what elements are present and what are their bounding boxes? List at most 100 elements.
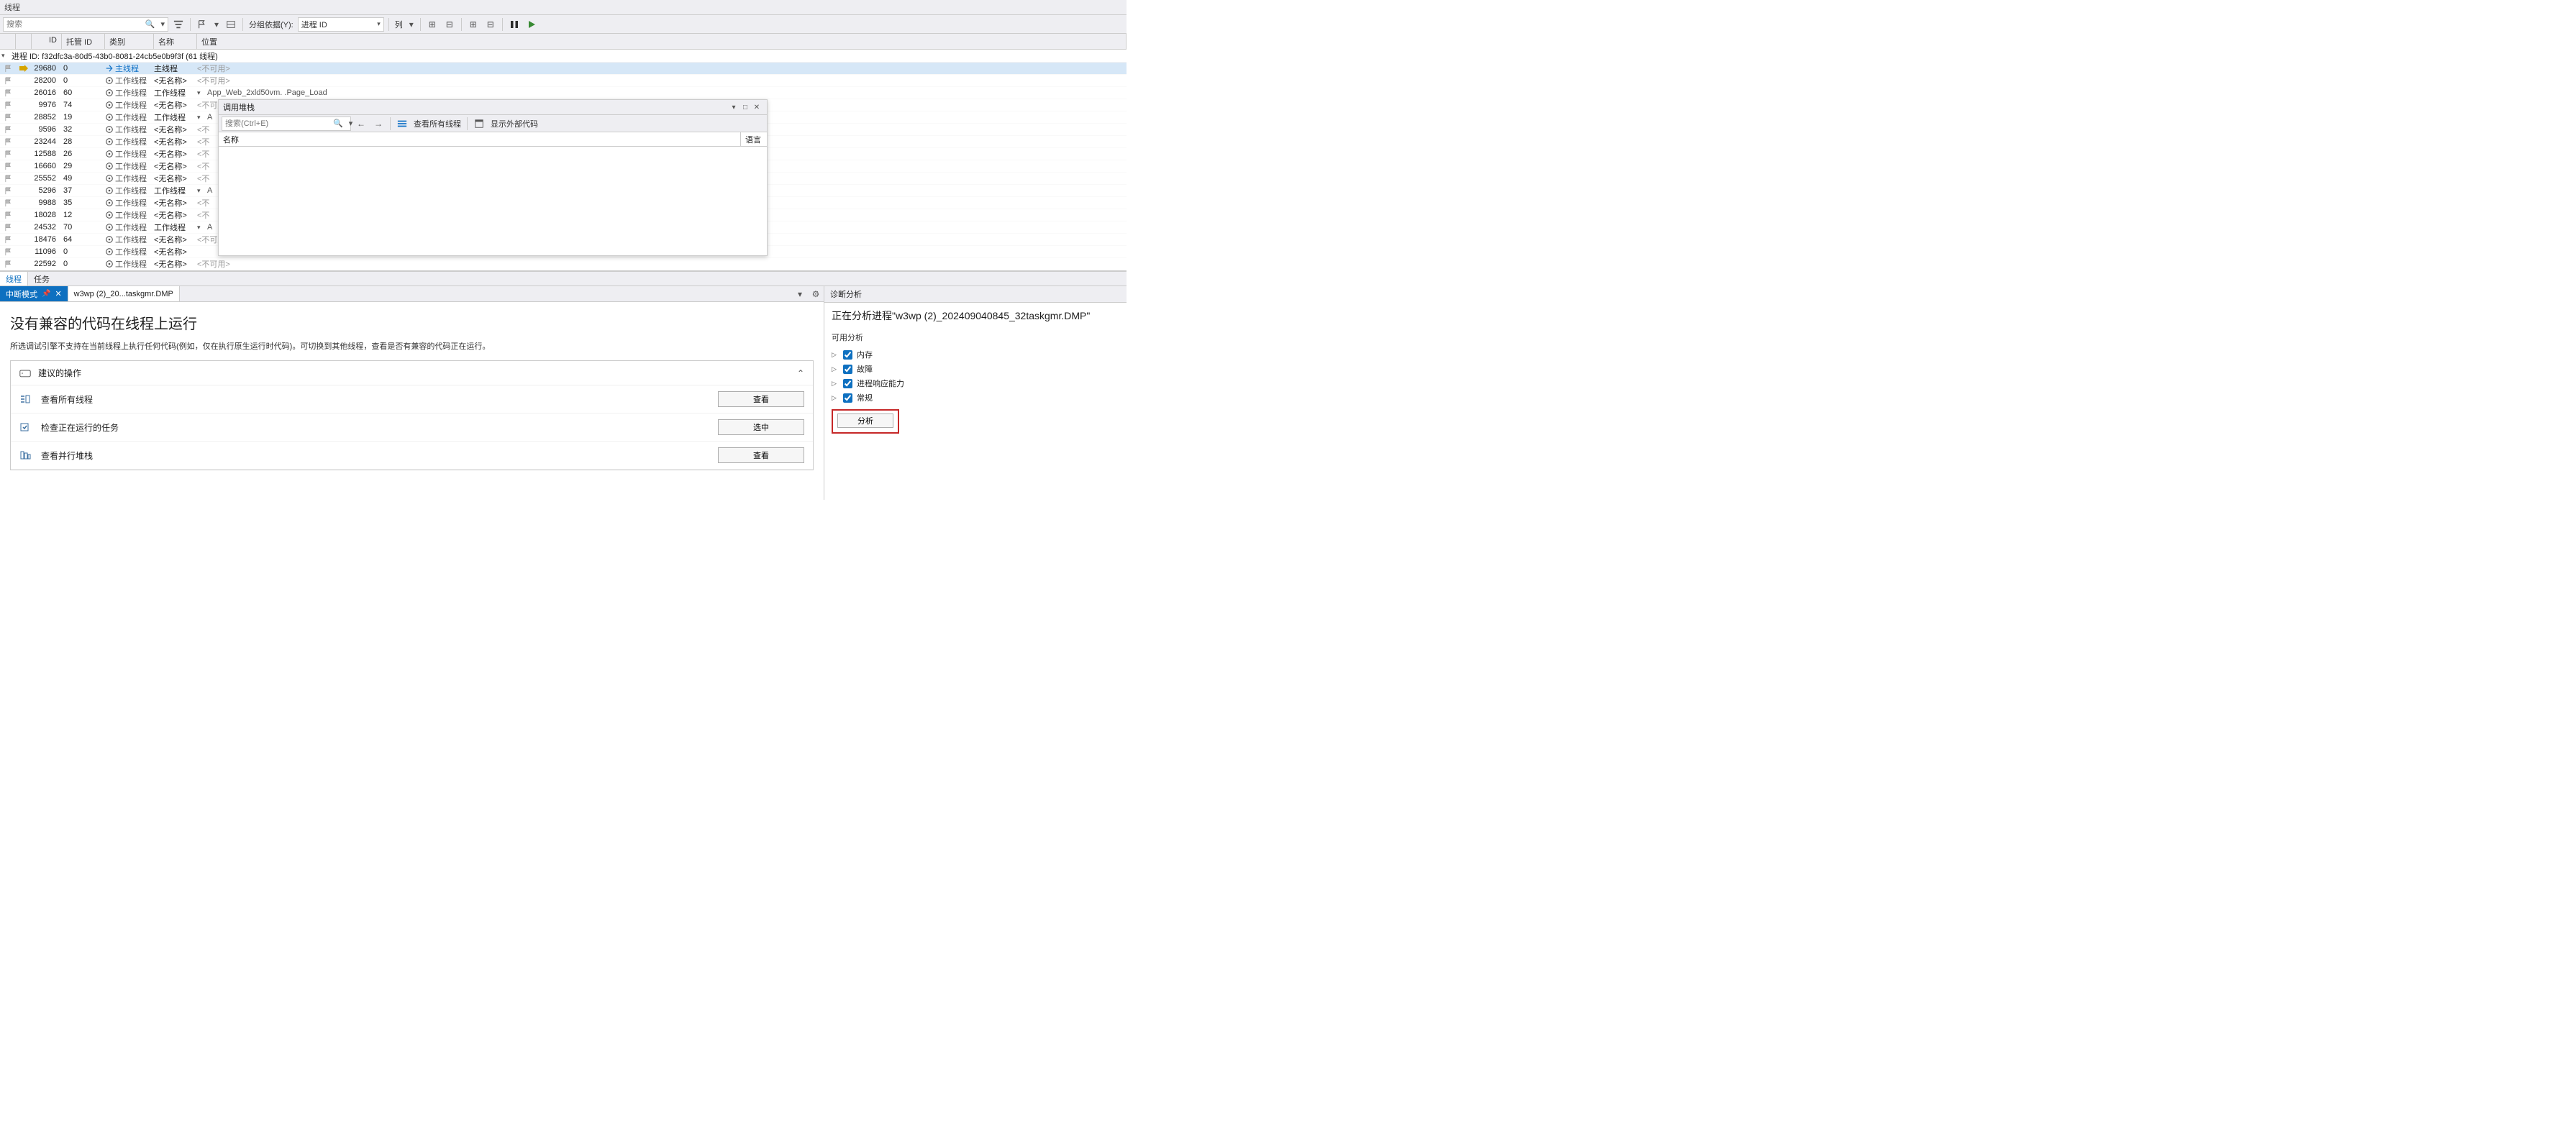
break-mode-description: 所选调试引擎不支持在当前线程上执行任何代码(例如，仅在执行原生运行时代码)。可切… (10, 340, 814, 352)
chevron-down-icon[interactable]: ▾ (197, 187, 204, 195)
action-button[interactable]: 选中 (718, 419, 804, 435)
callstack-col-lang[interactable]: 语言 (741, 132, 767, 146)
analyzer-checkbox[interactable] (843, 393, 852, 403)
thread-row[interactable]: 296800主线程主线程<不可用> (0, 63, 1127, 75)
callstack-window[interactable]: 调用堆栈 ▾ □ ✕ 🔍 ▾ ← → 查看所有线程 (218, 99, 768, 256)
callstack-search-input[interactable] (222, 119, 330, 128)
managed-id: 60 (62, 88, 105, 97)
play-icon[interactable] (524, 17, 539, 32)
callstack-col-name[interactable]: 名称 (219, 132, 741, 146)
external-code-icon[interactable] (472, 116, 486, 131)
window-position-icon[interactable]: ▾ (728, 104, 739, 111)
flag-dropdown-icon[interactable]: ▾ (212, 17, 221, 32)
chevron-down-icon[interactable]: ▾ (1, 52, 9, 60)
thread-id: 26016 (32, 88, 62, 97)
thread-category: 工作线程 (105, 124, 154, 135)
flag-icon[interactable] (0, 211, 16, 219)
flag-icon[interactable] (0, 150, 16, 158)
callstack-search-box[interactable]: 🔍 ▾ (222, 116, 351, 131)
analyzer-checkbox[interactable] (843, 365, 852, 374)
chevron-down-icon[interactable]: ▾ (197, 114, 204, 122)
flag-icon[interactable] (0, 236, 16, 244)
thread-id: 22592 (32, 260, 62, 268)
threads-icon[interactable] (395, 116, 409, 131)
chevron-right-icon[interactable]: ▷ (832, 394, 839, 402)
flag-icon[interactable] (0, 199, 16, 207)
flag-icon[interactable] (0, 175, 16, 183)
close-icon[interactable]: ✕ (751, 104, 763, 111)
col-name[interactable]: 名称 (154, 34, 197, 49)
gear-icon[interactable]: ⚙ (808, 286, 824, 301)
pause-icon[interactable] (507, 17, 522, 32)
freeze-icon[interactable] (224, 17, 238, 32)
flag-icon[interactable] (0, 126, 16, 134)
flag-icon[interactable] (0, 163, 16, 170)
analyze-button[interactable]: 分析 (837, 413, 893, 428)
action-button[interactable]: 查看 (718, 447, 804, 463)
flag-icon[interactable] (0, 224, 16, 232)
thread-id: 9988 (32, 198, 62, 207)
tab-break-mode[interactable]: 中断模式 📌 ✕ (0, 286, 68, 301)
nav-forward-icon[interactable]: → (371, 116, 386, 131)
thread-row[interactable]: 2601660工作线程工作线程▾ App_Web_2xld50vm. .Page… (0, 87, 1127, 99)
flag-icon[interactable] (0, 138, 16, 146)
group-by-combo[interactable]: 进程 ID (298, 17, 384, 32)
flag-icon[interactable] (0, 260, 16, 268)
thread-category: 工作线程 (105, 99, 154, 111)
chevron-up-icon[interactable]: ⌃ (797, 368, 804, 378)
action-button[interactable]: 查看 (718, 391, 804, 407)
columns-dropdown-icon[interactable]: ▾ (407, 17, 416, 32)
maximize-icon[interactable]: □ (739, 104, 751, 111)
chevron-right-icon[interactable]: ▷ (832, 380, 839, 388)
grid-header: ID 托管 ID 类别 名称 位置 (0, 34, 1127, 50)
thread-id: 23244 (32, 137, 62, 146)
col-location[interactable]: 位置 (197, 34, 1127, 49)
show-external-label[interactable]: 显示外部代码 (489, 118, 540, 129)
nav-back-icon[interactable]: ← (354, 116, 368, 131)
close-icon[interactable]: ✕ (55, 289, 61, 298)
flag-icon[interactable] (0, 65, 16, 73)
analyzer-checkbox[interactable] (843, 350, 852, 360)
chevron-down-icon[interactable]: ▾ (197, 224, 204, 232)
flag-icon[interactable] (0, 187, 16, 195)
col-category[interactable]: 类别 (105, 34, 154, 49)
col-managed-id[interactable]: 托管 ID (62, 34, 105, 49)
expand-all-icon[interactable]: ⊞ (466, 17, 481, 32)
panel-title: 建议的操作 (38, 367, 81, 379)
flag-icon[interactable] (0, 248, 16, 256)
chevron-right-icon[interactable]: ▷ (832, 351, 839, 359)
thread-row[interactable]: 282000工作线程<无名称><不可用> (0, 75, 1127, 87)
view-all-threads-label[interactable]: 查看所有线程 (412, 118, 463, 129)
col-id[interactable]: ID (32, 34, 62, 49)
tab-threads[interactable]: 线程 (0, 272, 28, 285)
search-dropdown-icon[interactable]: ▾ (158, 19, 168, 29)
chevron-right-icon[interactable]: ▷ (832, 365, 839, 373)
tab-dump-file[interactable]: w3wp (2)_20...taskgmr.DMP (68, 286, 180, 301)
tab-tasks[interactable]: 任务 (28, 272, 55, 285)
tab-overflow-icon[interactable]: ▾ (792, 286, 808, 301)
thread-name: <无名称> (154, 258, 197, 270)
pin-icon[interactable]: 📌 (42, 290, 50, 298)
flag-icon[interactable] (0, 77, 16, 85)
group-row[interactable]: ▾ 进程 ID: f32dfc3a-80d5-43b0-8081-24cb5e0… (0, 50, 1127, 63)
managed-id: 12 (62, 211, 105, 219)
group-label: 进程 ID: f32dfc3a-80d5-43b0-8081-24cb5e0b9… (12, 50, 218, 62)
threads-search-box[interactable]: 🔍 ▾ (3, 17, 168, 32)
flag-icon[interactable] (0, 114, 16, 122)
search-icon[interactable]: 🔍 (142, 19, 158, 29)
thread-row[interactable]: 225920工作线程<无名称><不可用> (0, 258, 1127, 270)
flag-icon[interactable] (0, 89, 16, 97)
analyzer-checkbox[interactable] (843, 379, 852, 388)
diagnostics-heading: 正在分析进程"w3wp (2)_202409040845_32taskgmr.D… (832, 309, 1119, 323)
chevron-down-icon[interactable]: ▾ (197, 89, 204, 97)
collapse-all-icon[interactable]: ⊟ (483, 17, 498, 32)
collapse-icon[interactable]: ⊟ (442, 17, 457, 32)
filter-icon[interactable] (171, 17, 186, 32)
expand-icon[interactable]: ⊞ (425, 17, 440, 32)
search-icon[interactable]: 🔍 (330, 119, 346, 128)
threads-grid: ID 托管 ID 类别 名称 位置 ▾ 进程 ID: f32dfc3a-80d5… (0, 34, 1127, 271)
flag-icon[interactable] (0, 101, 16, 109)
thread-id: 9596 (32, 125, 62, 134)
flag-icon[interactable] (195, 17, 209, 32)
threads-search-input[interactable] (4, 20, 142, 29)
